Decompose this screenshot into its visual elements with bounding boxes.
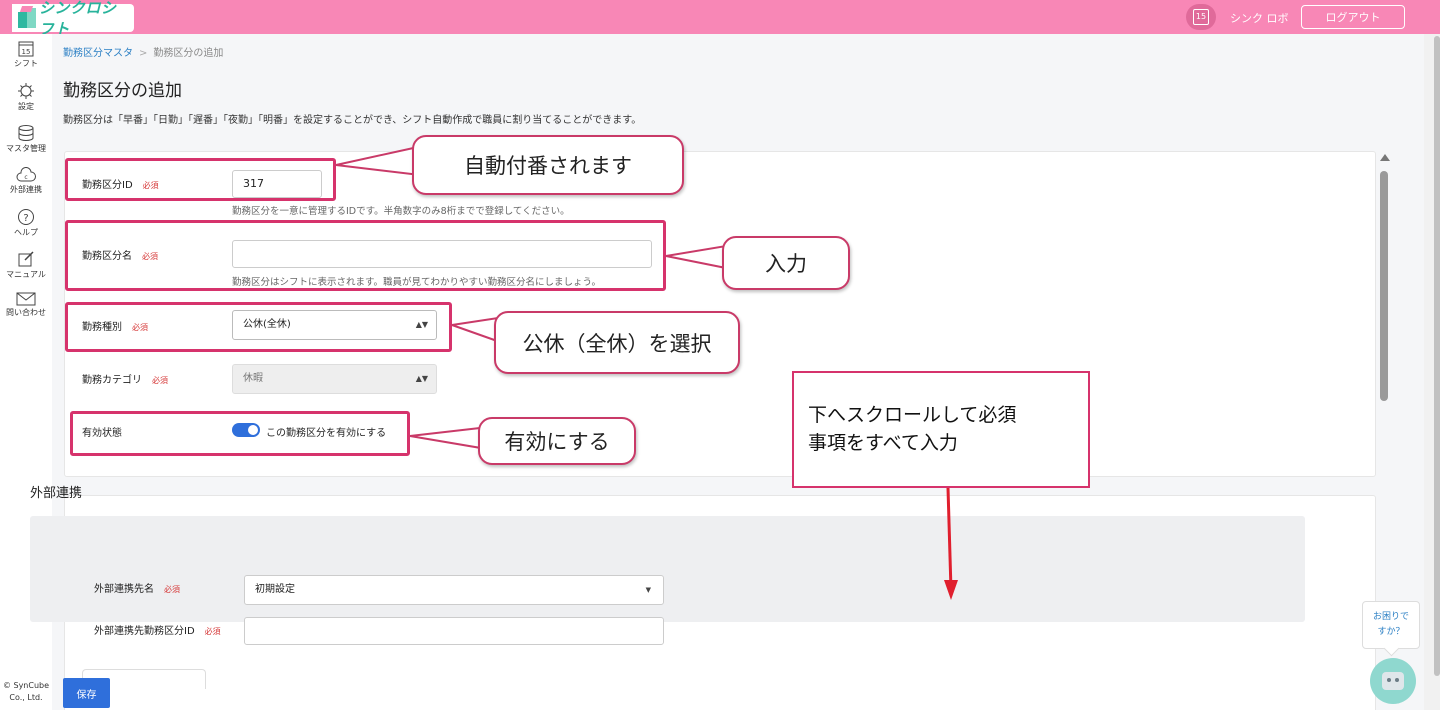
inner-scroll-up-arrow[interactable] bbox=[1380, 154, 1390, 161]
page-scrollbar-thumb[interactable] bbox=[1434, 36, 1440, 676]
callout-select-type: 公休（全休）を選択 bbox=[494, 311, 740, 374]
highlight-status bbox=[70, 411, 410, 456]
top-header: シンクロシフト 15 シンク ロボ ログアウト bbox=[0, 0, 1440, 38]
ext-target-select[interactable]: 初期設定 ▼ bbox=[244, 575, 664, 605]
id-help-text: 勤務区分を一意に管理するIDです。半角数字のみ8桁までで登録してください。 bbox=[232, 206, 570, 217]
chatbot-robot-icon[interactable] bbox=[1370, 658, 1416, 704]
scroll-instruction-note: 下へスクロールして必須 事項をすべて入力 bbox=[792, 371, 1090, 488]
sidebar-label: 外部連携 bbox=[10, 185, 42, 194]
svg-text:?: ? bbox=[23, 213, 28, 224]
label-text: 外部連携先勤務区分ID bbox=[94, 626, 195, 637]
page-description: 勤務区分は「早番」「日勤」「遅番」「夜勤」「明番」を設定することができ、シフト自… bbox=[63, 115, 642, 126]
sidebar-item-shift[interactable]: 15 シフト bbox=[0, 40, 52, 69]
help-text: お困りで bbox=[1372, 612, 1409, 622]
app-logo[interactable]: シンクロシフト bbox=[12, 0, 134, 38]
callout-enable: 有効にする bbox=[478, 417, 636, 465]
external-settings-panel bbox=[30, 516, 1305, 622]
label-text: 勤務カテゴリ bbox=[82, 375, 142, 386]
sidebar-label: シフト bbox=[14, 59, 38, 68]
note-line: 下へスクロールして必須 bbox=[808, 404, 1017, 426]
sidebar-label: 問い合わせ bbox=[6, 308, 46, 317]
callout-auto-number: 自動付番されます bbox=[412, 135, 684, 195]
ext-code-label: 外部連携先勤務区分ID 必須 bbox=[94, 622, 221, 637]
sidebar-item-manual[interactable]: マニュアル bbox=[0, 250, 52, 280]
header-calendar-button[interactable]: 15 bbox=[1186, 4, 1216, 30]
logo-cube-icon bbox=[16, 6, 36, 30]
copyright-line: © SynCube bbox=[2, 681, 50, 690]
callout-input: 入力 bbox=[722, 236, 850, 290]
breadcrumb-current: 勤務区分の追加 bbox=[153, 48, 224, 59]
select-value: 休暇 bbox=[243, 373, 263, 384]
external-section-title: 外部連携 bbox=[30, 486, 83, 501]
ext-code-input[interactable] bbox=[244, 617, 664, 645]
logout-button[interactable]: ログアウト bbox=[1301, 5, 1405, 29]
page-title: 勤務区分の追加 bbox=[63, 81, 182, 101]
category-field-label: 勤務カテゴリ 必須 bbox=[82, 371, 168, 386]
copyright: © SynCube Co., Ltd. bbox=[0, 680, 52, 704]
database-icon bbox=[18, 125, 34, 141]
sidebar-label: ヘルプ bbox=[14, 228, 38, 237]
breadcrumb: 勤務区分マスタ > 勤務区分の追加 bbox=[63, 44, 223, 59]
note-line: 事項をすべて入力 bbox=[808, 432, 958, 454]
highlight-name bbox=[65, 220, 666, 291]
highlight-type bbox=[65, 302, 452, 352]
calendar-icon: 15 bbox=[1193, 9, 1209, 25]
help-text: すか？ bbox=[1377, 627, 1405, 637]
shift-category-select: 休暇 ▲▼ bbox=[232, 364, 437, 394]
select-value: 初期設定 bbox=[255, 584, 295, 595]
sidebar-item-help[interactable]: ? ヘルプ bbox=[0, 208, 52, 238]
inner-scrollbar-thumb[interactable] bbox=[1380, 171, 1388, 401]
dropdown-arrow-icon: ▼ bbox=[645, 586, 651, 594]
question-icon: ? bbox=[18, 209, 34, 225]
required-badge: 必須 bbox=[204, 627, 221, 636]
sidebar-label: マスタ管理 bbox=[6, 144, 46, 153]
highlight-id bbox=[65, 158, 336, 201]
help-chat-bubble[interactable]: お困りで すか？ bbox=[1362, 601, 1420, 649]
calendar-icon: 15 bbox=[18, 41, 34, 57]
user-name: シンク ロボ bbox=[1230, 12, 1289, 25]
save-button[interactable]: 保存 bbox=[63, 678, 110, 708]
sidebar-item-master[interactable]: マスタ管理 bbox=[0, 124, 52, 154]
sidebar-label: 設定 bbox=[18, 102, 34, 111]
sidebar-item-integration[interactable]: c 外部連携 bbox=[0, 167, 52, 195]
sidebar-item-contact[interactable]: 問い合わせ bbox=[0, 292, 52, 318]
breadcrumb-link-master[interactable]: 勤務区分マスタ bbox=[63, 48, 133, 59]
breadcrumb-separator: > bbox=[139, 48, 148, 59]
sidebar-item-settings[interactable]: 設定 bbox=[0, 82, 52, 112]
mail-icon bbox=[16, 292, 36, 306]
svg-text:15: 15 bbox=[22, 48, 31, 56]
cloud-icon: c bbox=[16, 167, 36, 182]
sidebar-label: マニュアル bbox=[6, 270, 46, 279]
gear-icon bbox=[18, 83, 34, 99]
label-text: 外部連携先名 bbox=[94, 584, 154, 595]
copyright-line: Co., Ltd. bbox=[9, 693, 43, 702]
required-badge: 必須 bbox=[164, 585, 180, 594]
ext-target-label: 外部連携先名 必須 bbox=[94, 580, 180, 595]
select-arrows-icon: ▲▼ bbox=[415, 374, 428, 383]
required-badge: 必須 bbox=[152, 376, 168, 385]
edit-icon bbox=[18, 251, 34, 267]
svg-text:c: c bbox=[24, 174, 27, 181]
